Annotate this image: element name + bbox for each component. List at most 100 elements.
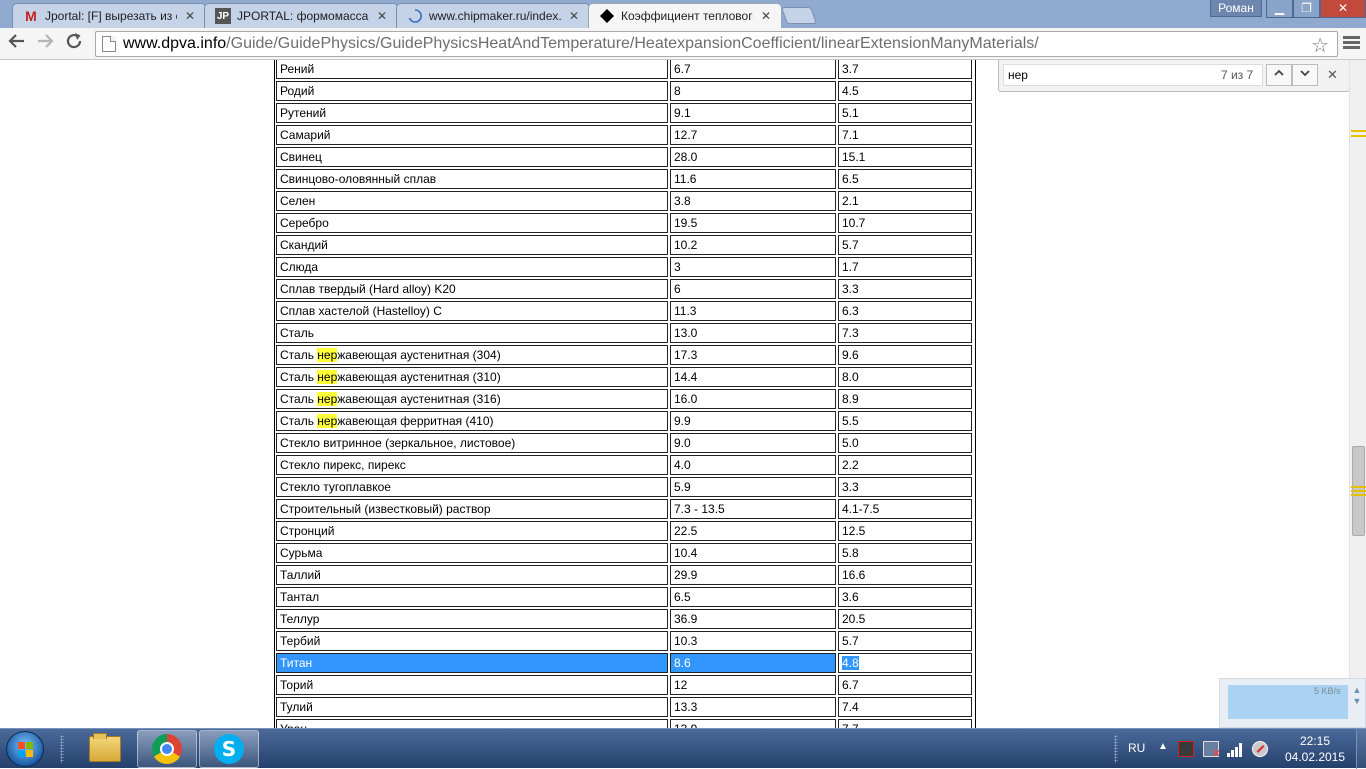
tab-jportal-gmail[interactable]: M Jportal: [F] вырезать из се ✕	[12, 3, 206, 28]
url-path: /Guide/GuidePhysics/GuidePhysicsHeatAndT…	[226, 35, 1039, 52]
bookmark-star-icon[interactable]: ☆	[1311, 33, 1329, 58]
tray-app-icon[interactable]	[1178, 741, 1194, 757]
materials-table: Рений 6.7 3.7 Родий 8 4.5 Рутений 9.1 5.1 Самарий…	[274, 60, 976, 728]
coefficient-cell: 4.1-7.5	[838, 499, 972, 519]
close-tab-icon[interactable]: ✕	[759, 9, 773, 23]
table-row: Сурьма 10.4 5.8	[275, 542, 975, 564]
material-name-cell: Сплав хастелой (Hastelloy) C	[276, 301, 668, 321]
start-button[interactable]	[6, 731, 44, 767]
material-name-cell: Свинец	[276, 147, 668, 167]
coefficient-cell: 5.8	[838, 543, 972, 563]
table-row: Сталь 13.0 7.3	[275, 322, 975, 344]
close-tab-icon[interactable]: ✕	[183, 9, 197, 23]
coefficient-cell: 20.5	[838, 609, 972, 629]
find-match-marker	[1351, 130, 1366, 132]
chrome-menu-button[interactable]	[1341, 34, 1361, 54]
close-tab-icon[interactable]: ✕	[375, 9, 389, 23]
find-match-marker	[1351, 135, 1366, 137]
material-name-cell: Стекло пирекс, пирекс	[276, 455, 668, 475]
close-tab-icon[interactable]: ✕	[567, 9, 581, 23]
coefficient-cell: 6.3	[838, 301, 972, 321]
address-bar[interactable]: www.dpva.info/Guide/GuidePhysics/GuidePh…	[95, 31, 1338, 57]
material-name-cell: Сталь нержавеющая аустенитная (316)	[276, 389, 668, 409]
network-monitor-widget[interactable]: 5 KB/s ▲ ▼	[1219, 678, 1366, 728]
coefficient-cell: 4.0	[670, 455, 836, 475]
coefficient-cell: 5.1	[838, 103, 972, 123]
coefficient-cell: 11.3	[670, 301, 836, 321]
find-next-button[interactable]	[1292, 64, 1318, 86]
new-tab-button[interactable]	[780, 7, 818, 24]
tab-title: www.chipmaker.ru/index.	[429, 9, 561, 23]
back-button[interactable]	[5, 32, 29, 56]
reload-button[interactable]	[62, 32, 86, 56]
diamond-icon	[599, 8, 615, 24]
material-name-cell: Таллий	[276, 565, 668, 585]
windows-taskbar: S RU ▲ 22:15 04.02.2015	[0, 728, 1366, 769]
chrome-icon	[152, 734, 182, 764]
show-desktop-button[interactable]	[1356, 729, 1366, 769]
find-close-icon[interactable]: ✕	[1327, 67, 1338, 83]
coefficient-cell: 6.7	[838, 675, 972, 695]
tab-jportal[interactable]: JP JPORTAL: формомасса в ✕	[204, 3, 398, 28]
folder-icon	[89, 733, 121, 762]
url-text[interactable]: www.dpva.info/Guide/GuidePhysics/GuidePh…	[123, 35, 1039, 53]
coefficient-cell: 13.0	[670, 323, 836, 343]
material-name-cell: Свинцово-оловянный сплав	[276, 169, 668, 189]
coefficient-cell: 13.3	[670, 697, 836, 717]
show-hidden-icons-icon[interactable]: ▲	[1158, 741, 1168, 752]
material-name-cell: Скандий	[276, 235, 668, 255]
coefficient-cell: 8.9	[838, 389, 972, 409]
minimize-button[interactable]: ▁	[1266, 0, 1293, 18]
tab-chipmaker[interactable]: www.chipmaker.ru/index. ✕	[396, 3, 590, 28]
table-row: Селен 3.8 2.1	[275, 190, 975, 212]
find-previous-button[interactable]	[1266, 64, 1292, 86]
coefficient-cell: 3.8	[670, 191, 836, 211]
material-name-cell: Строительный (известковый) раствор	[276, 499, 668, 519]
coefficient-cell: 4.8	[838, 653, 972, 673]
taskbar-skype-button[interactable]: S	[199, 730, 259, 768]
material-name-cell: Серебро	[276, 213, 668, 233]
taskbar-chrome-button[interactable]	[137, 730, 197, 768]
find-match-count: 7 из 7	[1221, 68, 1254, 82]
material-name-cell: Стронций	[276, 521, 668, 541]
coefficient-cell: 7.4	[838, 697, 972, 717]
find-match-marker	[1351, 490, 1366, 492]
coefficient-cell: 2.2	[838, 455, 972, 475]
taskbar-clock[interactable]: 22:15 04.02.2015	[1280, 733, 1350, 765]
find-bar: нер 7 из 7 ✕	[998, 60, 1350, 92]
tray-grip	[1114, 735, 1118, 763]
coefficient-cell: 9.9	[670, 411, 836, 431]
material-name-cell: Слюда	[276, 257, 668, 277]
language-indicator[interactable]: RU	[1128, 741, 1145, 755]
material-name-cell: Сталь нержавеющая ферритная (410)	[276, 411, 668, 431]
table-row: Сталь нержавеющая аустенитная (310) 14.4 8…	[275, 366, 975, 388]
coefficient-cell: 29.9	[670, 565, 836, 585]
signal-strength-icon[interactable]	[1227, 741, 1243, 757]
material-name-cell: Сталь	[276, 323, 668, 343]
network-disconnected-icon[interactable]	[1203, 741, 1220, 760]
coefficient-cell: 12.5	[838, 521, 972, 541]
coefficient-cell: 6.5	[670, 587, 836, 607]
material-name-cell: Тербий	[276, 631, 668, 651]
tab-thermal-expansion[interactable]: Коэффициент теплового ✕	[588, 3, 782, 28]
selected-text: 4.8	[842, 656, 859, 670]
coefficient-cell: 16.6	[838, 565, 972, 585]
coefficient-cell: 6	[670, 279, 836, 299]
material-name-cell: Тулий	[276, 697, 668, 717]
coefficient-cell: 3	[670, 257, 836, 277]
restore-button[interactable]: ❐	[1293, 0, 1320, 18]
vertical-scrollbar[interactable]	[1349, 60, 1366, 728]
profile-button[interactable]: Роман	[1210, 0, 1262, 17]
network-speed: 5 KB/s	[1314, 686, 1341, 696]
coefficient-cell: 3.6	[838, 587, 972, 607]
taskbar-explorer-button[interactable]	[75, 730, 135, 768]
forward-button[interactable]	[33, 32, 57, 56]
loading-icon	[407, 8, 423, 24]
close-window-button[interactable]: ✕	[1320, 0, 1366, 18]
material-name-cell: Стекло витринное (зеркальное, листовое)	[276, 433, 668, 453]
browser-tab-strip: M Jportal: [F] вырезать из се ✕ JP JPORT…	[0, 0, 1366, 28]
coefficient-cell: 3.7	[838, 60, 972, 79]
coefficient-cell: 36.9	[670, 609, 836, 629]
coefficient-cell: 10.4	[670, 543, 836, 563]
volume-muted-icon[interactable]	[1252, 741, 1268, 757]
